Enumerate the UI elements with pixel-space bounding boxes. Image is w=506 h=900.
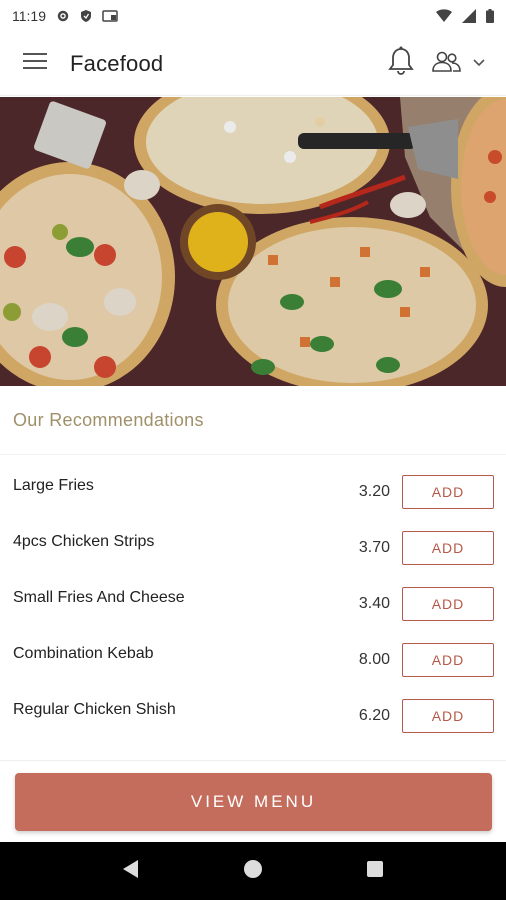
view-menu-button[interactable]: VIEW MENU <box>15 773 492 831</box>
wifi-status-icon <box>436 9 452 23</box>
status-right <box>436 9 494 23</box>
item-name: 4pcs Chicken Strips <box>13 533 155 550</box>
recents-square-icon <box>366 860 384 883</box>
list-item: Large Fries 3.20 ADD <box>0 463 506 519</box>
item-name: Regular Chicken Shish <box>13 701 176 718</box>
back-triangle-icon <box>122 859 140 884</box>
menu-button[interactable] <box>20 49 50 79</box>
list-item: Regular Chicken Shish 6.20 ADD <box>0 687 506 743</box>
app-title: Facefood <box>70 50 164 76</box>
hero-image <box>0 97 506 386</box>
item-name: Small Fries And Cheese <box>13 589 185 606</box>
item-price: 6.20 <box>358 707 390 724</box>
battery-status-icon <box>486 9 494 23</box>
item-name: Combination Kebab <box>13 645 154 662</box>
chevron-down-icon <box>472 55 486 73</box>
bell-icon <box>388 46 414 81</box>
item-price: 3.40 <box>358 595 390 612</box>
app-actions <box>388 46 486 81</box>
item-price: 3.70 <box>358 539 390 556</box>
list-item: Small Fries And Cheese 3.40 ADD <box>0 575 506 631</box>
home-circle-icon <box>243 859 263 884</box>
cast-status-icon <box>102 10 118 22</box>
add-button[interactable]: ADD <box>402 531 494 565</box>
list-item: Combination Kebab 8.00 ADD <box>0 631 506 687</box>
notifications-button[interactable] <box>388 46 414 81</box>
back-button[interactable] <box>111 851 151 891</box>
users-icon <box>432 50 462 77</box>
system-nav-bar <box>0 842 506 900</box>
section-divider <box>0 454 506 455</box>
section-title: Our Recommendations <box>13 410 204 430</box>
add-button[interactable]: ADD <box>402 643 494 677</box>
recents-button[interactable] <box>355 851 395 891</box>
item-price: 8.00 <box>358 651 390 668</box>
app-bar: Facefood <box>0 32 506 96</box>
add-button[interactable]: ADD <box>402 587 494 621</box>
status-left: 11:19 <box>12 8 118 24</box>
add-button[interactable]: ADD <box>402 475 494 509</box>
account-dropdown[interactable] <box>432 50 486 77</box>
home-button[interactable] <box>233 851 273 891</box>
add-button[interactable]: ADD <box>402 699 494 733</box>
status-bar: 11:19 <box>0 0 506 32</box>
status-time: 11:19 <box>12 8 46 24</box>
hamburger-icon <box>23 52 47 75</box>
signal-status-icon <box>462 9 476 23</box>
item-name: Large Fries <box>13 477 94 494</box>
list-item: 4pcs Chicken Strips 3.70 ADD <box>0 519 506 575</box>
item-price: 3.20 <box>358 483 390 500</box>
settings-status-icon <box>56 9 70 23</box>
shield-status-icon <box>80 9 92 23</box>
recommendations-list: Large Fries 3.20 ADD 4pcs Chicken Strips… <box>0 463 506 743</box>
bottom-divider <box>0 760 506 761</box>
